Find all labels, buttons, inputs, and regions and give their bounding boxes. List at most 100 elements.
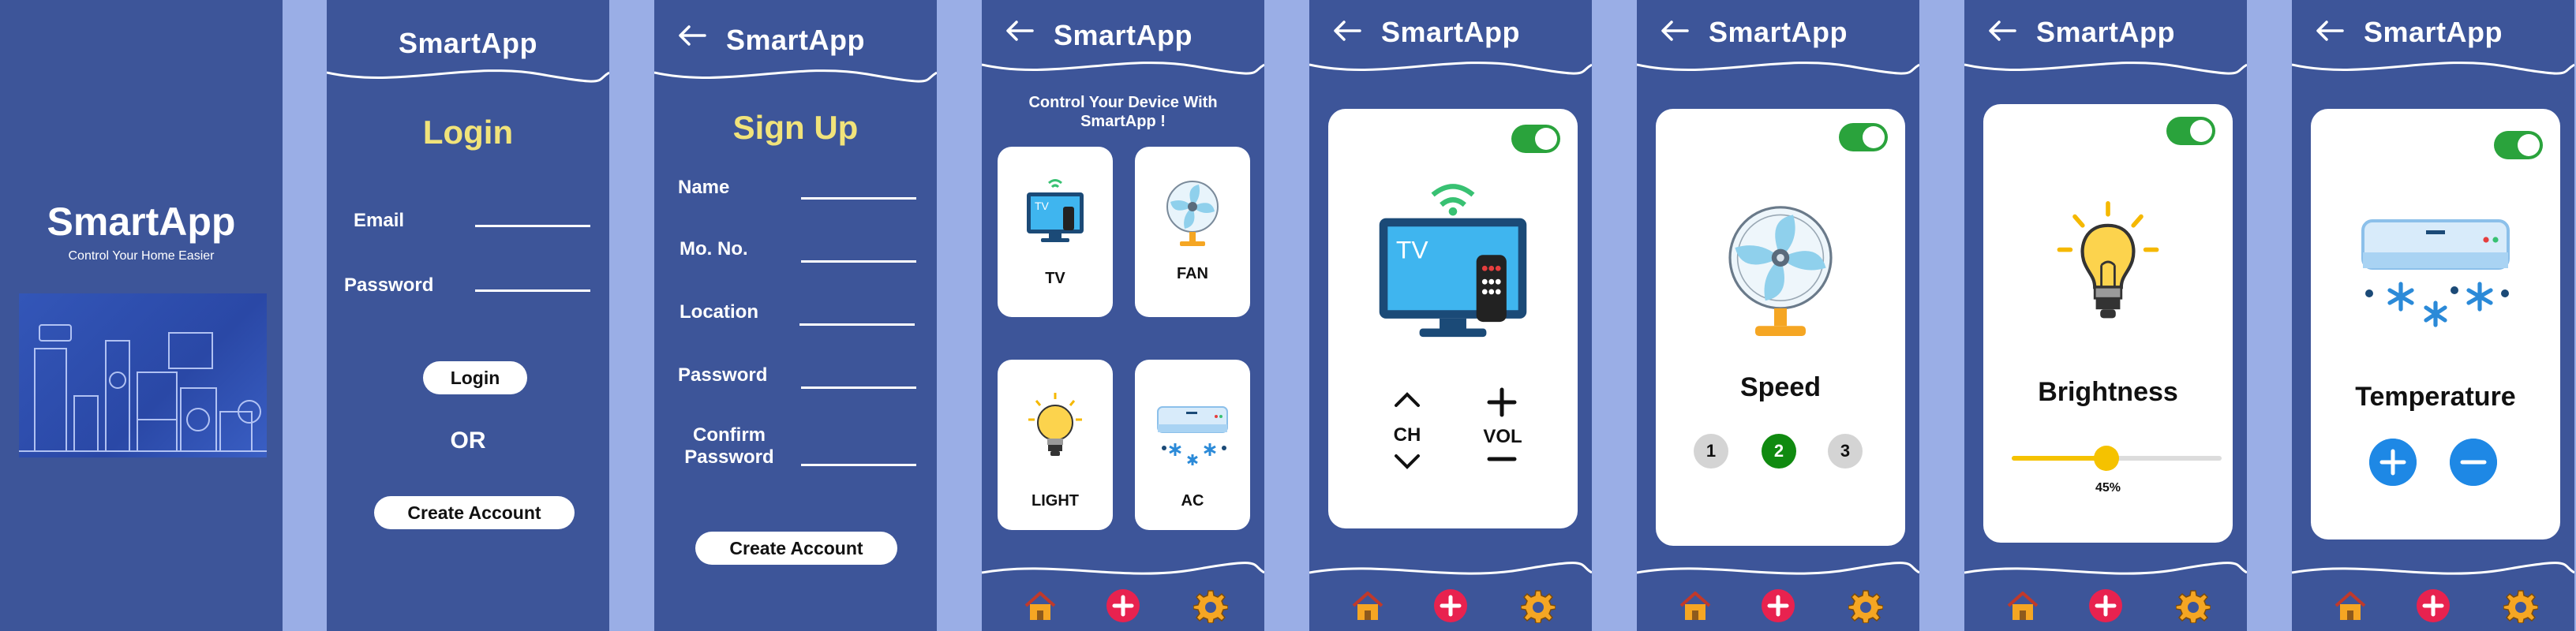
fan-icon bbox=[1728, 206, 1833, 336]
home-icon[interactable] bbox=[1678, 588, 1713, 623]
name-field[interactable] bbox=[801, 197, 916, 200]
location-field[interactable] bbox=[799, 323, 915, 326]
fan-control-card: Speed 1 2 3 bbox=[1656, 109, 1905, 546]
create-account-button[interactable]: Create Account bbox=[374, 496, 575, 529]
temperature-decrease-icon[interactable] bbox=[2450, 439, 2497, 486]
device-label-fan: FAN bbox=[1177, 265, 1208, 282]
speed-1-button[interactable]: 1 bbox=[1694, 434, 1728, 469]
speed-3-button[interactable]: 3 bbox=[1828, 434, 1863, 469]
header: SmartApp bbox=[982, 0, 1264, 87]
gear-icon[interactable] bbox=[2503, 588, 2538, 623]
add-icon[interactable] bbox=[2088, 588, 2123, 623]
ac-icon bbox=[1157, 406, 1228, 465]
password-label: Password bbox=[678, 364, 768, 386]
appliances-illustration bbox=[19, 293, 267, 457]
gear-icon[interactable] bbox=[1521, 588, 1556, 623]
add-icon[interactable] bbox=[1761, 588, 1795, 623]
brightness-value: 45% bbox=[2095, 481, 2121, 495]
home-icon[interactable] bbox=[1350, 588, 1385, 623]
header-wave bbox=[982, 62, 1264, 75]
bottom-nav bbox=[1309, 560, 1592, 631]
add-icon[interactable] bbox=[1106, 588, 1140, 623]
footer-wave bbox=[2292, 562, 2574, 575]
confirm-password-label: Confirm Password bbox=[684, 424, 774, 468]
app-title: SmartApp bbox=[1380, 16, 1521, 48]
device-card-light[interactable]: LIGHT bbox=[998, 360, 1113, 530]
home-icon[interactable] bbox=[2005, 588, 2040, 623]
or-divider: OR bbox=[450, 428, 486, 454]
page-title: Sign Up bbox=[732, 109, 859, 146]
app-title: SmartApp bbox=[1053, 19, 1193, 51]
footer-wave bbox=[982, 562, 1264, 575]
mobile-field[interactable] bbox=[801, 260, 916, 263]
device-card-fan[interactable]: FAN bbox=[1135, 147, 1250, 317]
footer-wave bbox=[1309, 562, 1592, 575]
power-toggle[interactable] bbox=[2166, 117, 2215, 145]
temperature-title: Temperature bbox=[2355, 382, 2516, 412]
channel-up-icon[interactable] bbox=[1391, 390, 1423, 409]
power-toggle[interactable] bbox=[1839, 123, 1888, 151]
login-screen: SmartApp Login Email Password Login OR C… bbox=[327, 0, 609, 631]
device-label-tv: TV bbox=[1045, 270, 1065, 287]
login-button[interactable]: Login bbox=[423, 361, 527, 394]
speed-title: Speed bbox=[1739, 372, 1822, 402]
confirm-password-field[interactable] bbox=[801, 464, 916, 466]
gear-icon[interactable] bbox=[1193, 588, 1228, 623]
channel-down-icon[interactable] bbox=[1391, 453, 1423, 472]
tv-icon: TV bbox=[1027, 179, 1084, 242]
brightness-slider[interactable] bbox=[2012, 446, 2222, 471]
bottom-nav bbox=[2292, 560, 2574, 631]
bottom-nav bbox=[1964, 560, 2247, 631]
fan-control-screen: SmartApp Speed 1 2 3 bbox=[1637, 0, 1919, 631]
header-wave bbox=[2292, 62, 2574, 75]
header-wave bbox=[654, 69, 937, 83]
speed-2-button[interactable]: 2 bbox=[1762, 434, 1796, 469]
add-icon[interactable] bbox=[1433, 588, 1468, 623]
email-field[interactable] bbox=[475, 225, 590, 227]
header: SmartApp bbox=[1309, 0, 1592, 87]
bottom-nav bbox=[1637, 560, 1919, 631]
brightness-slider-thumb[interactable] bbox=[2093, 446, 2119, 471]
device-card-tv[interactable]: TV TV bbox=[998, 147, 1113, 317]
splash-screen: SmartApp Control Your Home Easier bbox=[0, 0, 283, 631]
add-icon[interactable] bbox=[2416, 588, 2451, 623]
light-control-card: Brightness 45% bbox=[1983, 104, 2233, 543]
bulb-icon bbox=[1028, 393, 1082, 456]
power-toggle[interactable] bbox=[2494, 131, 2543, 159]
temperature-increase-icon[interactable] bbox=[2369, 439, 2417, 486]
location-label: Location bbox=[680, 301, 758, 323]
header: SmartApp bbox=[654, 0, 937, 87]
email-label: Email bbox=[354, 210, 405, 231]
home-icon[interactable] bbox=[2333, 588, 2368, 623]
ac-control-card: Temperature bbox=[2311, 109, 2560, 540]
device-card-ac[interactable]: AC bbox=[1135, 360, 1250, 530]
app-title: SmartApp bbox=[2363, 16, 2503, 48]
devices-screen: SmartApp Control Your Device With SmartA… bbox=[982, 0, 1264, 631]
app-title: SmartApp bbox=[2035, 16, 2176, 48]
splash-subtitle: Control Your Home Easier bbox=[68, 249, 215, 263]
gear-icon[interactable] bbox=[2176, 588, 2211, 623]
tv-control-card: TV CH VOL bbox=[1328, 109, 1578, 528]
devices-heading: Control Your Device With SmartApp ! bbox=[1028, 94, 1218, 130]
volume-up-icon[interactable] bbox=[1486, 386, 1518, 418]
password-field[interactable] bbox=[801, 386, 916, 389]
channel-label: CH bbox=[1393, 424, 1421, 446]
password-field[interactable] bbox=[475, 289, 590, 292]
header: SmartApp bbox=[327, 0, 609, 87]
splash-title: SmartApp bbox=[47, 200, 236, 244]
header-wave bbox=[1637, 62, 1919, 75]
device-label-ac: AC bbox=[1181, 492, 1204, 510]
light-control-screen: SmartApp Brightness 45% bbox=[1964, 0, 2247, 631]
password-label: Password bbox=[344, 274, 434, 296]
header: SmartApp bbox=[2292, 0, 2574, 87]
create-account-button[interactable]: Create Account bbox=[695, 532, 897, 565]
app-title: SmartApp bbox=[725, 24, 866, 56]
gear-icon[interactable] bbox=[1848, 588, 1883, 623]
power-toggle[interactable] bbox=[1511, 125, 1560, 153]
device-label-light: LIGHT bbox=[1032, 492, 1079, 510]
home-icon[interactable] bbox=[1023, 588, 1058, 623]
ac-icon bbox=[2361, 219, 2510, 327]
tv-icon: TV bbox=[1379, 184, 1527, 338]
header: SmartApp bbox=[1964, 0, 2247, 87]
volume-down-icon[interactable] bbox=[1486, 453, 1518, 465]
